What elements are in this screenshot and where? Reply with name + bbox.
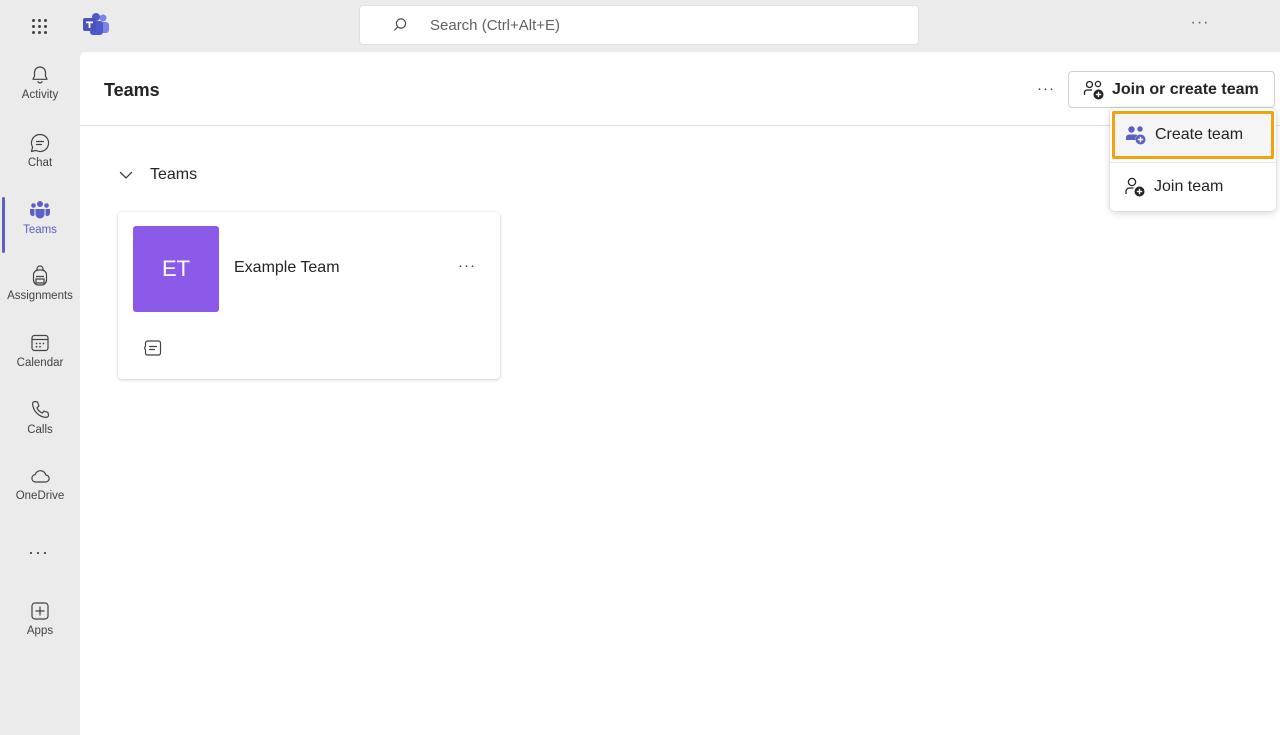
main-content: Teams ··· Join or create team Teams ET E… [80, 52, 1280, 735]
join-create-menu: Create team Join team [1110, 108, 1276, 211]
menu-item-create-team[interactable]: Create team [1112, 111, 1274, 159]
rail-label: Activity [21, 89, 59, 101]
teams-section-toggle[interactable]: Teams [118, 166, 197, 184]
rail-label: Apps [26, 625, 54, 637]
add-square-icon [31, 602, 49, 620]
settings-more-button[interactable]: ··· [1186, 14, 1214, 36]
page-title: Teams [104, 80, 160, 100]
backpack-icon [32, 265, 48, 286]
chevron-down-icon [119, 171, 133, 179]
posts-icon[interactable] [143, 338, 163, 358]
teams-logo-icon [83, 13, 109, 35]
rail-item-chat[interactable]: Chat [0, 132, 80, 192]
rail-item-onedrive[interactable]: OneDrive [0, 465, 80, 525]
menu-item-label: Create team [1155, 126, 1244, 143]
app-launcher-button[interactable] [22, 12, 56, 40]
menu-item-label: Join team [1154, 178, 1224, 195]
rail-item-teams[interactable]: Teams [0, 197, 80, 259]
calendar-icon [31, 334, 49, 352]
app-rail: Activity Chat Teams Assignments Calendar… [0, 52, 80, 735]
person-add-icon [1125, 177, 1145, 197]
join-or-create-team-label: Join or create team [1112, 80, 1259, 98]
cloud-icon [31, 470, 50, 483]
more-apps-button[interactable]: ··· [28, 542, 49, 563]
rail-label: Teams [23, 224, 57, 236]
people-add-filled-icon [1126, 126, 1146, 145]
rail-label: Calendar [16, 357, 64, 369]
people-add-icon [1083, 80, 1104, 99]
bell-icon [32, 66, 48, 84]
waffle-icon [31, 18, 47, 34]
search-icon [394, 18, 407, 31]
search-box[interactable]: Search (Ctrl+Alt+E) [359, 5, 919, 45]
team-card[interactable]: ET Example Team ··· [118, 212, 500, 379]
search-placeholder: Search (Ctrl+Alt+E) [430, 16, 561, 34]
join-or-create-team-button[interactable]: Join or create team [1068, 71, 1275, 108]
top-bar: Search (Ctrl+Alt+E) ··· [0, 0, 1280, 52]
team-name: Example Team [234, 259, 340, 276]
rail-item-assignments[interactable]: Assignments [0, 265, 80, 325]
header-more-button[interactable]: ··· [1037, 80, 1055, 97]
section-label: Teams [150, 166, 198, 183]
menu-divider [1110, 162, 1276, 163]
phone-icon [32, 400, 50, 418]
rail-item-calendar[interactable]: Calendar [0, 332, 80, 392]
rail-item-apps[interactable]: Apps [0, 600, 80, 660]
rail-item-calls[interactable]: Calls [0, 399, 80, 459]
rail-item-activity[interactable]: Activity [0, 64, 80, 124]
rail-label: Chat [27, 157, 53, 169]
rail-label: Calls [27, 424, 53, 436]
team-avatar: ET [133, 226, 219, 312]
page-header: Teams ··· Join or create team [80, 52, 1280, 126]
team-more-options-button[interactable]: ··· [458, 257, 476, 274]
team-initials: ET [161, 256, 191, 281]
rail-label: Assignments [7, 290, 73, 302]
teams-icon [30, 201, 50, 219]
rail-label: OneDrive [15, 490, 65, 502]
chat-icon [30, 133, 50, 153]
menu-item-join-team[interactable]: Join team [1110, 164, 1276, 210]
